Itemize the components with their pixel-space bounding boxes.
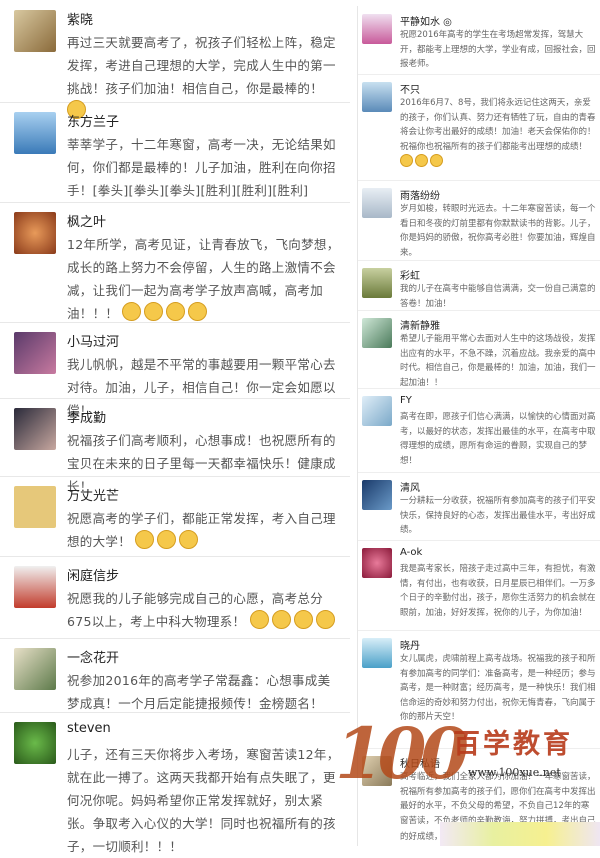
fist-emoji-icon [179,530,199,549]
comment-item: 紫晓 再过三天就要高考了，祝孩子们轻松上阵，稳定发挥，考进自己理想的大学，完成人… [0,0,350,119]
user-avatar[interactable] [14,722,56,764]
user-avatar[interactable] [362,396,392,426]
fist-emoji-icon [144,302,164,321]
fist-emoji-icon [157,530,177,549]
user-name[interactable]: 平静如水 ◎ [400,13,452,28]
user-name[interactable]: 东方兰子 [67,111,119,130]
comment-text: 一分耕耘一分收获，祝福所有参加高考的孩子们平安快乐，保持良好的心态，发挥出最佳水… [400,496,596,535]
user-name[interactable]: 小马过河 [67,331,119,350]
comment-item: 东方兰子 莘莘学子，十二年寒窗，高考一决，无论结果如何，你们都是最棒的！儿子加油… [0,102,350,203]
user-avatar[interactable] [362,188,392,218]
user-name[interactable]: 李成勤 [67,407,106,426]
blurred-overlay [440,822,600,846]
comment-text: 祝愿高考的学子们，都能正常发挥，考入自己理想的大学！ [67,511,336,549]
user-name[interactable]: 晓丹 [400,637,420,652]
left-comment-column: 紫晓 再过三天就要高考了，祝孩子们轻松上阵，稳定发挥，考进自己理想的大学，完成人… [0,0,352,854]
user-avatar[interactable] [14,408,56,450]
comment-item: 李成勤 祝福孩子们高考顺利，心想事成！也祝愿所有的宝贝在未来的日子里每一天都幸福… [0,398,350,494]
user-name[interactable]: 清新静雅 [400,317,440,332]
user-avatar[interactable] [362,638,392,668]
comment-item: 不只 2016年6月7、8号，我们将永远记住这两天，亲爱的孩子，你们认真、努力还… [358,74,600,181]
site-watermark: 100 百学教育 www.100xue.net [335,712,600,812]
user-avatar[interactable] [14,332,56,374]
user-name[interactable]: 清风 [400,479,420,494]
comment-text: 我是高考家长，陪孩子走过高中三年，有担忧，有激情，有付出，也有收获，日月星辰已相… [400,564,596,618]
comment-item: A-ok 我是高考家长，陪孩子走过高中三年，有担忧，有激情，有付出，也有收获，日… [358,540,600,631]
user-name[interactable]: 紫晓 [67,9,93,28]
user-name[interactable]: 雨落纷纷 [400,187,440,202]
determined-emoji-icon [249,610,269,629]
user-name[interactable]: 彩虹 [400,267,420,282]
user-avatar[interactable] [362,318,392,348]
user-name[interactable]: 万丈光芒 [67,485,119,504]
user-avatar[interactable] [362,268,392,298]
user-avatar[interactable] [14,566,56,608]
user-avatar[interactable] [14,486,56,528]
comment-text: 12年所学，高考见证，让青春放飞，飞向梦想，成长的路上努力不会停留，人生的路上激… [67,237,340,321]
watermark-logo: 100 [335,712,469,795]
comment-item: steven 儿子，还有三天你将步入考场，寒窗苦读12年，就在此一搏了。这两天我… [0,712,350,854]
user-avatar[interactable] [362,548,392,578]
comment-item: 清风 一分耕耘一分收获，祝福所有参加高考的孩子们平安快乐，保持良好的心态，发挥出… [358,472,600,541]
user-name[interactable]: A-ok [400,547,422,558]
user-avatar[interactable] [14,10,56,52]
comment-text: 2016年6月7、8号，我们将永远记住这两天，亲爱的孩子，你们认真、努力还有牺牲… [400,96,596,171]
comment-text: 高考在即，愿孩子们信心满满，以愉快的心情面对高考，以最好的状态，发挥出最佳的水平… [400,412,596,466]
user-avatar[interactable] [362,480,392,510]
comment-text: 儿子，还有三天你将步入考场，寒窗苦读12年，就在此一搏了。这两天我都开始有点失眠… [67,747,340,854]
watermark-brand: 百学教育 [453,729,573,760]
comment-item: 雨落纷纷 岁月如梭，转眼时光远去。十二年寒窗苦读，每一个看日和冬夜的灯前里都有你… [358,180,600,261]
comment-text: 祝愿我的儿子能够完成自己的心愿，高考总分675以上，考上中科大物理系！ [67,587,341,633]
user-name[interactable]: FY [400,395,412,406]
comment-item: 闲庭信步 祝愿我的儿子能够完成自己的心愿，高考总分675以上，考上中科大物理系！ [0,556,350,639]
fist-emoji-icon [122,302,142,321]
comment-item: 彩虹 我的儿子在高考中能够自信满满，交一份自己满意的答卷！加油！ [358,260,600,311]
user-avatar[interactable] [362,14,392,44]
comment-text: 岁月如梭，转眼时光远去。十二年寒窗苦读，每一个看日和冬夜的灯前里都有你默默读书的… [400,204,596,258]
user-name[interactable]: 枫之叶 [67,211,106,230]
victory-hand-emoji-icon [315,610,335,629]
comment-item: 平静如水 ◎ 祝愿2016年高考的学生在考场超常发挥，驾慧大开，都能考上理想的大… [358,6,600,75]
thumbs-up-emoji-icon [415,154,428,167]
comment-text: 祝愿2016年高考的学生在考场超常发挥，驾慧大开，都能考上理想的大学，学业有成，… [400,30,596,69]
user-avatar[interactable] [362,82,392,112]
fist-emoji-icon [166,302,186,321]
comment-text: 我的儿子在高考中能够自信满满，交一份自己满意的答卷！加油！ [400,284,596,309]
thumbs-up-emoji-icon [430,154,443,167]
user-avatar[interactable] [14,112,56,154]
comment-item: 一念花开 祝参加2016年的高考学子常磊鑫：心想事成美梦成真！一个月后定能捷报频… [0,638,350,713]
comment-text: 祝参加2016年的高考学子常磊鑫：心想事成美梦成真！一个月后定能捷报频传！金榜题… [67,673,331,711]
determined-emoji-icon [271,610,291,629]
comment-item: 清新静雅 希望儿子能用平常心去面对人生中的这场战役，发挥出应有的水平，不急不躁，… [358,310,600,389]
user-name[interactable]: 闲庭信步 [67,565,119,584]
comment-item: 枫之叶 12年所学，高考见证，让青春放飞，飞向梦想，成长的路上努力不会停留，人生… [0,202,350,323]
user-name[interactable]: 一念花开 [67,647,119,666]
watermark-url: www.100xue.net [468,766,561,779]
comment-text: 希望儿子能用平常心去面对人生中的这场战役，发挥出应有的水平，不急不躁，沉着应战。… [400,334,596,388]
victory-hand-emoji-icon [293,610,313,629]
thumbs-up-emoji-icon [400,154,413,167]
comment-item: 小马过河 我儿帆帆，越是不平常的事越要用一颗平常心去对待。加油，儿子，相信自己！… [0,322,350,418]
user-avatar[interactable] [14,212,56,254]
fist-emoji-icon [188,302,208,321]
user-avatar[interactable] [14,648,56,690]
comment-text: 莘莘学子，十二年寒窗，高考一决，无论结果如何，你们都是最棒的！儿子加油，胜利在向… [67,137,336,198]
comment-feed: 紫晓 再过三天就要高考了，祝孩子们轻松上阵，稳定发挥，考进自己理想的大学，完成人… [0,0,600,854]
fist-emoji-icon [135,530,155,549]
user-name[interactable]: 不只 [400,81,420,96]
comment-item: FY 高考在即，愿孩子们信心满满，以愉快的心情面对高考，以最好的状态，发挥出最佳… [358,388,600,473]
comment-item: 万丈光芒 祝愿高考的学子们，都能正常发挥，考入自己理想的大学！ [0,476,350,557]
user-name[interactable]: steven [67,721,111,736]
